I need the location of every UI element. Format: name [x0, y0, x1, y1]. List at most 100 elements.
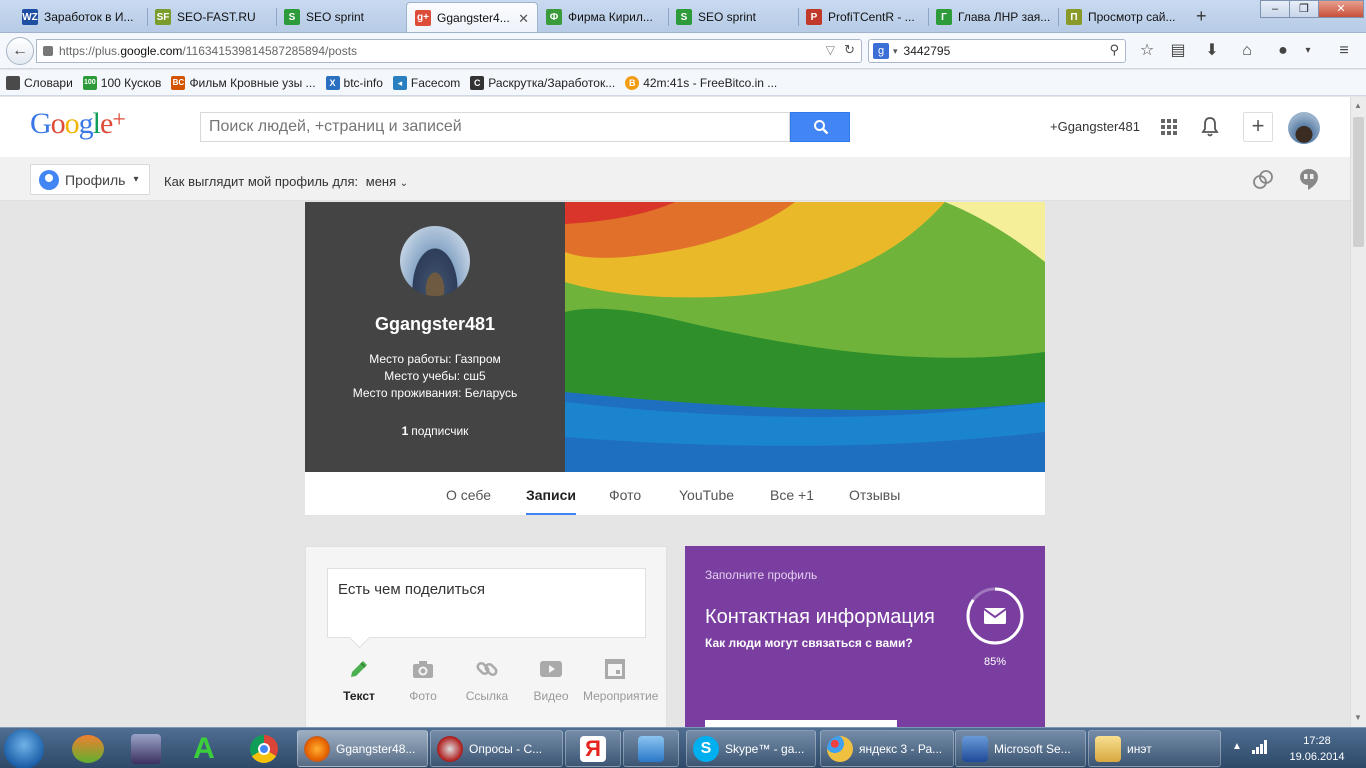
scrollbar-thumb[interactable]	[1353, 117, 1364, 247]
taskbar-button-label: Ggangster48...	[336, 741, 416, 756]
reload-icon[interactable]: ↻	[844, 42, 855, 58]
menu-icon[interactable]: ≡	[1334, 41, 1354, 61]
engine-dropdown-icon[interactable]: ▾	[893, 46, 898, 57]
followers-count[interactable]: 1 подписчик	[305, 424, 565, 438]
tab-about[interactable]: О себе	[446, 487, 491, 503]
taskbar-button-folder[interactable]: инэт	[1088, 730, 1221, 767]
share-event-button[interactable]: Мероприятие	[583, 657, 658, 703]
complete-profile-card: Заполните профиль Контактная информация …	[685, 546, 1045, 727]
share-action-label: Мероприятие	[583, 689, 659, 703]
tab-reviews[interactable]: Отзывы	[849, 487, 900, 503]
browser-tab[interactable]: P ProfiTCentR - ...	[798, 2, 928, 32]
address-bar[interactable]: https://plus. google.com/1163415398145872…	[36, 39, 862, 63]
pinned-game-icon[interactable]	[118, 731, 174, 767]
bookmark-favicon-icon: C	[470, 75, 485, 90]
browser-tab[interactable]: WZ Заработок в И...	[14, 2, 150, 32]
back-button[interactable]: ←	[6, 37, 34, 65]
tab-photos[interactable]: Фото	[609, 487, 641, 503]
addon-icon[interactable]: ●	[1273, 41, 1293, 61]
chrome-icon[interactable]	[236, 731, 292, 767]
minimize-button[interactable]: ‒	[1260, 0, 1290, 18]
tab-youtube[interactable]: YouTube	[679, 487, 734, 503]
circles-icon[interactable]	[1252, 169, 1274, 191]
share-link-button[interactable]: Ссылка	[455, 657, 519, 703]
tab-favicon-icon: P	[806, 9, 822, 25]
home-icon[interactable]: ⌂	[1237, 41, 1257, 61]
gplus-search-input[interactable]: Поиск людей, +страниц и записей	[200, 112, 790, 142]
bookmark-item[interactable]: C Раскрутка/Заработок...	[470, 75, 615, 90]
scroll-down-icon[interactable]: ▼	[1354, 713, 1362, 722]
paint-palette-icon	[827, 735, 853, 762]
browser-tab[interactable]: Ф Фирма Кирил...	[538, 2, 668, 32]
share-video-button[interactable]: Видео	[519, 657, 583, 703]
browser-tab[interactable]: S SEO sprint	[276, 2, 406, 32]
taskbar-button-skype[interactable]: S Skype™ - ga...	[686, 730, 816, 767]
profile-photo[interactable]	[400, 226, 470, 296]
skype-icon: S	[693, 735, 719, 762]
history-dropdown-icon[interactable]: ▽	[826, 43, 835, 57]
page-scrollbar[interactable]: ▲ ▼	[1350, 97, 1366, 727]
browser-tab[interactable]: S SEO sprint	[668, 2, 798, 32]
google-plus-logo[interactable]: Google+	[30, 107, 126, 141]
user-name-link[interactable]: +Ggangster481	[1050, 119, 1140, 134]
browser-search-box[interactable]: g ▾ 3442795 ⚲	[868, 39, 1126, 63]
start-button[interactable]	[4, 729, 44, 768]
taskbar-button-yandex[interactable]: Я	[565, 730, 621, 767]
view-as-value[interactable]: меня	[366, 174, 396, 189]
camera-icon	[413, 661, 433, 678]
maximize-button[interactable]: ❐	[1289, 0, 1319, 18]
tab-label: Ggangster4...	[437, 10, 510, 25]
close-window-button[interactable]: ✕	[1318, 0, 1364, 18]
avatar[interactable]	[1288, 112, 1320, 144]
apps-grid-icon[interactable]	[1157, 115, 1181, 139]
browser-tab[interactable]: Г Глава ЛНР зая...	[928, 2, 1058, 32]
folder-icon	[1095, 735, 1121, 762]
tab-posts[interactable]: Записи	[526, 487, 577, 515]
view-profile-as[interactable]: Как выглядит мой профиль для: меня ⌄	[164, 174, 408, 189]
network-signal-icon[interactable]	[1252, 740, 1268, 754]
bookmark-favicon-icon: X	[325, 75, 340, 90]
search-engine-icon[interactable]: g	[873, 43, 889, 59]
bookmark-label: Словари	[24, 75, 73, 90]
bookmark-favicon-icon: ◂	[392, 75, 407, 90]
speaker-icon	[638, 735, 664, 762]
browser-tab-active[interactable]: g+ Ggangster4... ✕	[406, 2, 538, 32]
profile-subbar: Профиль ▾ Как выглядит мой профиль для: …	[0, 157, 1350, 201]
taskbar-button[interactable]: Опросы - С...	[430, 730, 563, 767]
bookmark-item[interactable]: X btc-info	[325, 75, 383, 90]
share-action-label: Ссылка	[465, 689, 509, 703]
add-contact-info-button[interactable]	[705, 720, 897, 727]
bookmark-item[interactable]: Словари	[6, 75, 73, 90]
close-tab-icon[interactable]: ✕	[518, 11, 529, 27]
show-hidden-icons-icon[interactable]: ▲	[1232, 741, 1242, 752]
share-photo-button[interactable]: Фото	[391, 657, 455, 703]
share-input[interactable]: Есть чем поделиться	[327, 568, 646, 638]
tab-plus-ones[interactable]: Все +1	[770, 487, 814, 503]
share-text-button[interactable]: Текст	[327, 657, 391, 703]
taskbar-button-paint[interactable]: яндекс 3 - Ра...	[820, 730, 954, 767]
taskbar-clock[interactable]: 17:28 19.06.2014	[1286, 733, 1348, 765]
scroll-up-icon[interactable]: ▲	[1354, 101, 1362, 110]
addon-dropdown-icon[interactable]: ▾	[1298, 41, 1318, 61]
taskbar-button-firefox[interactable]: Ggangster48...	[297, 730, 428, 767]
bookmarks-list-icon[interactable]: ▤	[1168, 41, 1188, 61]
share-plus-button[interactable]: +	[1243, 112, 1273, 142]
pinned-app-icon[interactable]: A	[176, 731, 232, 767]
bookmark-item[interactable]: B 42m:41s - FreeBitco.in ...	[625, 75, 777, 90]
profile-menu-button[interactable]: Профиль ▾	[30, 164, 150, 195]
new-tab-button[interactable]: +	[1196, 6, 1207, 27]
bookmark-item[interactable]: ◂ Facecom	[392, 75, 460, 90]
search-icon[interactable]: ⚲	[1109, 42, 1119, 58]
browser-tab[interactable]: SF SEO-FAST.RU	[147, 2, 277, 32]
bookmark-item[interactable]: BC Фильм Кровные узы ...	[171, 75, 316, 90]
taskbar-button-volume[interactable]	[623, 730, 679, 767]
taskbar-button-sql[interactable]: Microsoft Se...	[955, 730, 1086, 767]
gplus-search-button[interactable]	[790, 112, 850, 142]
downloads-icon[interactable]: ⬇	[1202, 41, 1222, 61]
notifications-bell-icon[interactable]	[1198, 115, 1222, 139]
browser-tab[interactable]: П Просмотр сай...	[1058, 2, 1188, 32]
pinned-app-icon[interactable]	[60, 731, 116, 767]
bookmark-item[interactable]: 100 100 Кусков	[82, 75, 161, 90]
bookmark-star-icon[interactable]: ☆	[1137, 41, 1157, 61]
hangouts-icon[interactable]	[1299, 168, 1319, 192]
